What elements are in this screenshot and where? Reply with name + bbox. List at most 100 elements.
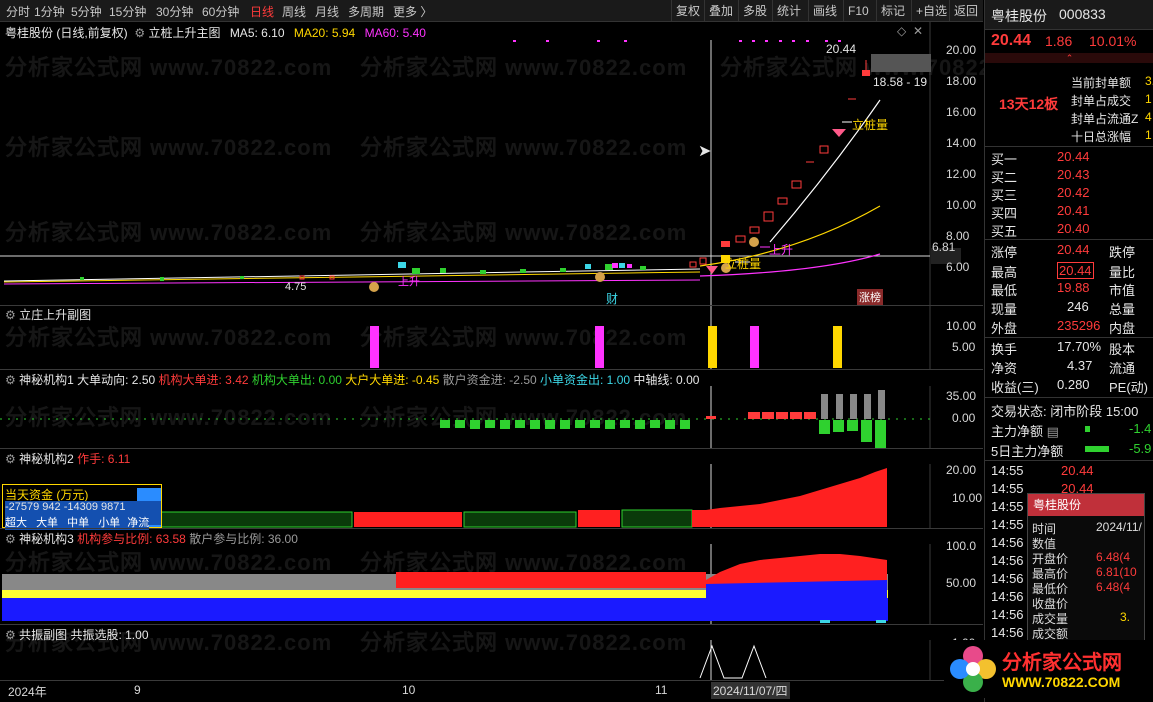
collapse-chevron-icon[interactable]: ⌃ [985, 53, 1153, 63]
period-tab-1min[interactable]: 1分钟 [34, 3, 65, 20]
seal-label: 封单占成交 [1071, 94, 1132, 108]
period-tab-15min[interactable]: 15分钟 [109, 3, 146, 20]
pane-divider [0, 528, 983, 529]
back-button[interactable]: 返回 [949, 0, 982, 22]
y-tick: 10.00 [946, 319, 977, 333]
pane-divider [0, 448, 983, 449]
small-out-label: 小单资金出: 1.00 [540, 373, 631, 387]
price-range-label: 18.58 - 19 [873, 75, 928, 89]
bid-row: 买二 20.43 [991, 167, 1090, 185]
logo-url: WWW.70822.COM [1002, 674, 1121, 690]
stat-row: 现量 246 总量 [991, 299, 1136, 317]
pane-divider [0, 369, 983, 370]
bid-row: 买一 20.44 [991, 149, 1090, 167]
seal-value: 4 [1145, 110, 1152, 124]
logo-text: 分析家公式网 [1002, 652, 1122, 674]
daily-fund-box: 当天资金 (万元) -27579 942 -14309 9871 -53703 … [2, 484, 162, 530]
period-tab-60min[interactable]: 60分钟 [202, 3, 239, 20]
y-tick: 20.00 [946, 463, 977, 477]
period-tab-30min[interactable]: 30分钟 [156, 3, 193, 20]
stock-name: 粤桂股份 [991, 8, 1047, 24]
x-axis: 2024年 9 10 11 2024/11/07/四 [0, 680, 983, 702]
inst-out-label: 机构大单出: 0.00 [251, 373, 342, 387]
stat-row: 涨停 20.44 跌停 [991, 242, 1136, 260]
seal-value: 3. [1145, 74, 1153, 88]
stat-row: 换手 17.70% 股本 [991, 339, 1136, 357]
y-tick: 5.00 [952, 340, 976, 354]
stat-row: 最高 20.44 量比 [991, 262, 1136, 280]
big-move-label: 大单动向: 2.50 [77, 373, 156, 387]
y-tick: 10.00 [946, 198, 977, 212]
retail-in-label: 散户资金进: -2.50 [442, 373, 537, 387]
seal-value: 1 [1145, 128, 1152, 142]
period-tab-weekly[interactable]: 周线 [282, 3, 306, 20]
y-tick: 18.00 [946, 74, 977, 88]
bid-row: 买三 20.42 [991, 185, 1090, 203]
seal-label: 当前封单额 [1071, 76, 1132, 90]
last-price: 20.44 [991, 32, 1032, 49]
tick-row: 14:56 [991, 589, 1024, 604]
y-tick: 35.00 [946, 389, 977, 403]
y-tick: 50.00 [946, 576, 977, 590]
bid-row: 买五 20.40 [991, 221, 1090, 239]
f10-button[interactable]: F10 [843, 0, 873, 22]
tick-row: 14:56 [991, 553, 1024, 568]
popup-title: 粤桂股份 [1028, 494, 1144, 516]
period-tab-multi[interactable]: 多周期 [348, 3, 384, 20]
multi-stock-button[interactable]: 多股 [738, 0, 771, 22]
stats-button[interactable]: 统计 [772, 0, 805, 22]
x-tick: 10 [402, 683, 416, 697]
y-tick: 16.00 [946, 105, 977, 119]
sub1-chart[interactable] [0, 306, 983, 370]
settings-gear-icon[interactable]: ⚙ [5, 373, 16, 387]
period-tab-fenshi[interactable]: 分时 [6, 3, 30, 20]
sub5-chart[interactable] [0, 640, 983, 680]
fuquan-button[interactable]: 复权 [671, 0, 704, 22]
y-tick: 100.0 [946, 539, 977, 553]
inst-in-label: 机构大单进: 3.42 [158, 373, 249, 387]
y-tick: 14.00 [946, 136, 977, 150]
x-tick: 11 [655, 683, 668, 697]
rise-annotation: 上升 [769, 243, 794, 257]
draw-line-button[interactable]: 画线 [808, 0, 841, 22]
main-net5-row: 5日主力净额 -5.9 [991, 441, 1152, 459]
y-tick: 6.00 [946, 260, 970, 274]
price-change: 1.86 [1045, 33, 1073, 49]
big-in-label: 大户大单进: -0.45 [345, 373, 440, 387]
flower-logo-icon [950, 646, 996, 692]
lizhuang-annotation-2: 立桩量 [725, 257, 762, 271]
trade-status: 交易状态: 闭市阶段 15:00 [991, 404, 1139, 419]
seal-label: 十日总涨幅 [1071, 130, 1132, 144]
stock-code: 000833 [1059, 6, 1106, 22]
sub2-title[interactable]: 神秘机构1 [19, 373, 74, 387]
y-tick: 12.00 [946, 167, 977, 181]
period-tab-daily[interactable]: 日线 [250, 3, 274, 20]
period-tab-5min[interactable]: 5分钟 [71, 3, 102, 20]
y-tick: 10.00 [952, 491, 983, 505]
current-price-marker: 6.81 [932, 240, 956, 254]
main-candlestick-chart[interactable] [0, 22, 983, 305]
overlay-button[interactable]: 叠加 [704, 0, 737, 22]
tick-row: 14:56 [991, 625, 1024, 640]
stat-row: 收益(三) 0.280 PE(动) [991, 377, 1149, 395]
tick-row: 14:55 [991, 499, 1024, 514]
tick-row: 14:56 [991, 607, 1024, 622]
mark-button[interactable]: 标记 [876, 0, 909, 22]
period-tab-monthly[interactable]: 月线 [315, 3, 339, 20]
y-tick: 0.00 [952, 411, 976, 425]
main-net-row: 主力净额 ▤ -1.4 [991, 421, 1152, 439]
stat-row: 外盘 235296 内盘 [991, 318, 1136, 336]
tick-row: 14:56 [991, 535, 1024, 550]
add-watchlist-button[interactable]: +自选 [911, 0, 951, 22]
sub2-chart[interactable] [0, 386, 983, 448]
x-tick: 2024年 [8, 685, 47, 699]
tick-row: 14:55 20.44 [991, 463, 1094, 478]
axis-label: 中轴线: 0.00 [633, 373, 700, 387]
seal-value: 1 [1145, 92, 1152, 106]
sub4-chart[interactable] [0, 544, 983, 624]
period-tab-more[interactable]: 更多 〉 [393, 3, 432, 20]
stat-row: 净资 4.37 流通 [991, 358, 1136, 376]
bid-row: 买四 20.41 [991, 203, 1090, 221]
cursor-date: 2024/11/07/四 [711, 682, 790, 699]
limit-up-list-badge[interactable]: 涨榜 [857, 289, 883, 305]
